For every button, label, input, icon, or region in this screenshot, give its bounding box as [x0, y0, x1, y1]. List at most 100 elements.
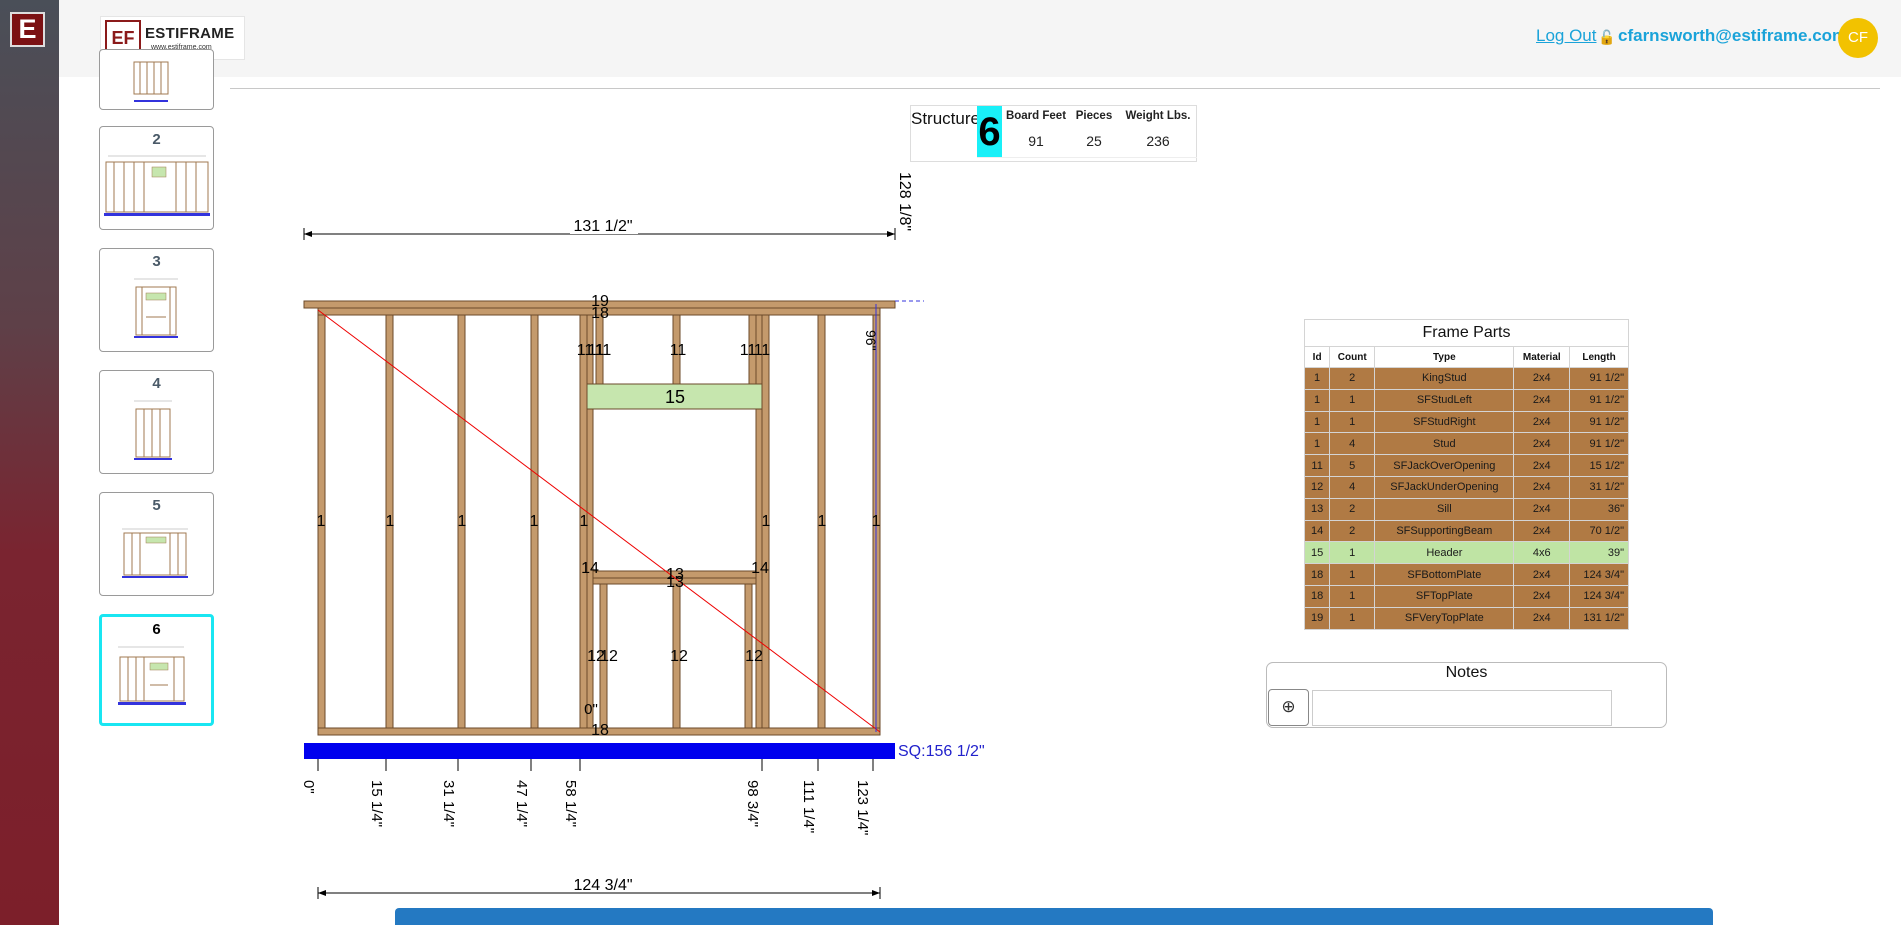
part-id: 1 — [1303, 388, 1331, 412]
part-type: SFStudRight — [1374, 410, 1515, 434]
piece-id: 12 — [600, 648, 618, 665]
square-footage-bar — [304, 743, 895, 759]
part-material: 2x4 — [1513, 388, 1571, 412]
lock-icon: 🔓 — [1598, 29, 1616, 45]
piece-id: 11 — [670, 342, 687, 359]
part-id: 15 — [1303, 541, 1331, 565]
table-row[interactable]: 19 1 SFVeryTopPlate 2x4 131 1/2" — [1303, 606, 1629, 630]
part-id: 18 — [1303, 563, 1331, 586]
part-material: 2x4 — [1513, 454, 1571, 477]
stud-position: 58 1/4" — [562, 780, 579, 827]
piece-id: 18 — [591, 305, 609, 322]
pieces-label: Pieces — [1075, 110, 1113, 122]
add-note-button[interactable]: ⊕ — [1268, 689, 1309, 726]
stud-position: 98 3/4" — [744, 780, 761, 827]
piece-id: 11 — [588, 342, 605, 359]
table-row[interactable]: 12 4 SFJackUnderOpening 2x4 31 1/2" — [1303, 475, 1629, 499]
part-count: 1 — [1329, 606, 1376, 630]
overall-height-label: 128 1/8" — [896, 172, 913, 231]
notes-title: Notes — [1445, 664, 1488, 681]
piece-id: 12 — [745, 648, 763, 665]
stud-position: 111 1/4" — [800, 780, 817, 833]
table-row[interactable]: 11 5 SFJackOverOpening 2x4 15 1/2" — [1303, 454, 1629, 477]
column-header-count: Count — [1329, 346, 1376, 368]
stud-position-labels: 0" 15 1/4" 31 1/4" 47 1/4" 58 1/4" 98 3/… — [300, 780, 871, 835]
part-type: SFBottomPlate — [1374, 563, 1515, 586]
part-type: SFVeryTopPlate — [1374, 606, 1515, 630]
table-row[interactable]: 14 2 SFSupportingBeam 2x4 70 1/2" — [1303, 519, 1629, 543]
part-length: 15 1/2" — [1569, 454, 1629, 477]
notes-panel: Notes ⊕ — [1266, 662, 1667, 728]
table-row[interactable]: 15 1 Header 4x6 39" — [1303, 541, 1629, 565]
piece-id: 13 — [666, 574, 684, 591]
part-id: 12 — [1303, 475, 1331, 499]
column-header-length: Length — [1569, 346, 1629, 368]
part-count: 1 — [1329, 410, 1376, 434]
part-length: 131 1/2" — [1569, 606, 1629, 630]
part-length: 91 1/2" — [1569, 388, 1629, 412]
part-id: 14 — [1303, 519, 1331, 543]
stud-id: 1 — [872, 513, 881, 530]
note-input[interactable] — [1312, 690, 1612, 726]
stud-id: 1 — [762, 513, 771, 530]
part-type: KingStud — [1374, 367, 1515, 390]
column-header-material: Material — [1513, 346, 1571, 368]
user-email: cfarnsworth@estiframe.com — [1618, 26, 1848, 45]
part-count: 1 — [1329, 388, 1376, 412]
part-count: 4 — [1329, 475, 1376, 499]
wall-frame-drawing: 131 1/2" 128 1/8" 96" 19 18 11 11 11 11 … — [300, 172, 985, 899]
logout-link[interactable]: Log Out — [1536, 26, 1597, 46]
part-count: 1 — [1329, 584, 1376, 608]
square-footage-label: SQ:156 1/2" — [898, 743, 985, 760]
table-row[interactable]: 18 1 SFTopPlate 2x4 124 3/4" — [1303, 584, 1629, 608]
wall-height-label: 96" — [863, 330, 879, 351]
piece-id: 14 — [581, 560, 599, 577]
part-type: SFStudLeft — [1374, 388, 1515, 412]
column-header-type: Type — [1374, 346, 1515, 368]
table-row[interactable]: 18 1 SFBottomPlate 2x4 124 3/4" — [1303, 563, 1629, 586]
plate-width-label: 124 3/4" — [573, 877, 632, 894]
part-count: 2 — [1329, 519, 1376, 543]
header-id: 15 — [665, 387, 685, 407]
frame-parts-table: Frame Parts Id Count Type Material Lengt… — [1303, 319, 1629, 630]
stud-id: 1 — [530, 513, 539, 530]
part-material: 2x4 — [1513, 563, 1571, 586]
part-material: 2x4 — [1513, 475, 1571, 499]
frame-parts-body: 1 2 KingStud 2x4 91 1/2" 1 1 SFStudLeft 2x4 91 1/… — [1303, 367, 1629, 630]
part-material: 4x6 — [1513, 541, 1571, 565]
part-id: 1 — [1303, 410, 1331, 434]
column-header-id: Id — [1303, 346, 1331, 368]
weight-label: Weight Lbs. — [1125, 110, 1191, 122]
part-length: 124 3/4" — [1569, 563, 1629, 586]
part-length: 124 3/4" — [1569, 584, 1629, 608]
bottom-plate-id: 18 — [591, 722, 609, 739]
table-row[interactable]: 13 2 Sill 2x4 36" — [1303, 497, 1629, 521]
part-count: 1 — [1329, 563, 1376, 586]
part-type: Sill — [1374, 497, 1515, 521]
part-length: 91 1/2" — [1569, 410, 1629, 434]
part-type: SFTopPlate — [1374, 584, 1515, 608]
part-material: 2x4 — [1513, 584, 1571, 608]
table-row[interactable]: 1 4 Stud 2x4 91 1/2" — [1303, 432, 1629, 456]
stud-id: 1 — [317, 513, 326, 530]
stud-position-ticks — [317, 759, 874, 771]
table-row[interactable]: 1 1 SFStudRight 2x4 91 1/2" — [1303, 410, 1629, 434]
bottom-action-bar[interactable] — [395, 908, 1713, 925]
stud-position: 123 1/4" — [854, 780, 871, 835]
zero-marker: 0" — [584, 701, 598, 718]
avatar[interactable]: CF — [1838, 18, 1878, 58]
table-row[interactable]: 1 2 KingStud 2x4 91 1/2" — [1303, 367, 1629, 390]
part-id: 19 — [1303, 606, 1331, 630]
table-row[interactable]: 1 1 SFStudLeft 2x4 91 1/2" — [1303, 388, 1629, 412]
overall-width-label: 131 1/2" — [573, 218, 632, 235]
part-count: 4 — [1329, 432, 1376, 456]
overall-width-dimension: 131 1/2" — [303, 218, 896, 240]
stud-id: 1 — [818, 513, 827, 530]
part-length: 39" — [1569, 541, 1629, 565]
stud-position: 0" — [300, 780, 317, 794]
stud-position: 47 1/4" — [513, 780, 530, 827]
part-length: 31 1/2" — [1569, 475, 1629, 499]
stud-id: 1 — [458, 513, 467, 530]
part-type: SFJackOverOpening — [1374, 454, 1515, 477]
pieces-value: 25 — [1086, 133, 1102, 149]
